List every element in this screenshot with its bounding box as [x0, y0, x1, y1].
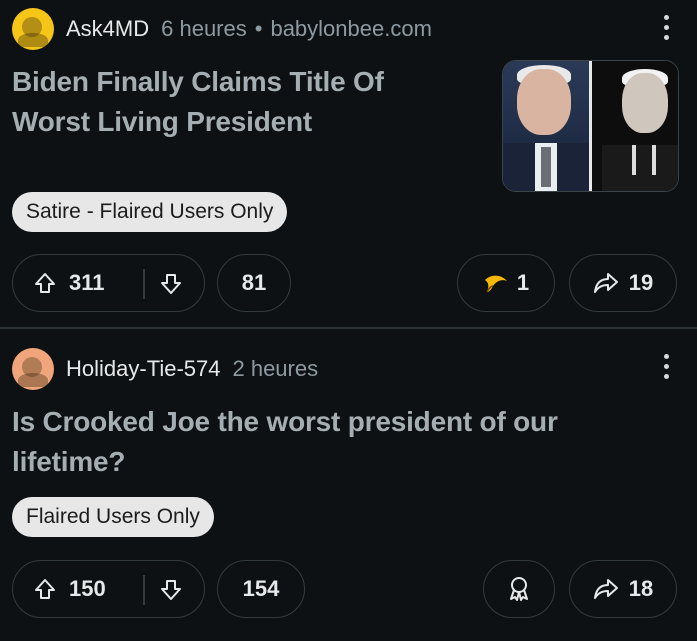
post-title-line: Is Crooked Joe the worst president of ou…	[12, 406, 558, 437]
upvote-arrow-icon[interactable]	[33, 271, 57, 295]
username[interactable]: Ask4MD	[66, 16, 149, 42]
post-title-line: lifetime?	[12, 446, 126, 477]
award-button[interactable]	[483, 560, 555, 618]
share-arrow-icon	[593, 273, 618, 293]
comments-button[interactable]: 154	[217, 560, 305, 618]
comment-count: 81	[241, 270, 267, 295]
post-card[interactable]: Holiday-Tie-574 2 heures Is Crooked Joe …	[0, 329, 697, 641]
award-button[interactable]: 1	[457, 254, 555, 312]
comment-count: 154	[242, 576, 280, 601]
comments-button[interactable]: 81	[217, 254, 291, 312]
award-count: 1	[516, 270, 530, 295]
upvote-arrow-icon[interactable]	[33, 577, 57, 601]
post-card[interactable]: Ask4MD 6 heures • babylonbee.com Biden F…	[0, 0, 697, 327]
post-title-line: Worst Living President	[12, 106, 313, 137]
avatar[interactable]	[12, 348, 54, 390]
more-options-icon[interactable]	[663, 15, 669, 40]
vote-score: 150	[69, 576, 106, 601]
post-meta: Holiday-Tie-574 2 heures	[12, 348, 319, 390]
share-button[interactable]: 19	[569, 254, 677, 312]
meta-separator: •	[254, 16, 263, 41]
banana-award-icon	[484, 275, 507, 293]
post-title-line: Biden Finally Claims Title Of	[12, 66, 384, 97]
share-arrow-icon	[593, 579, 618, 599]
post-actions: 311 81 1 19	[12, 254, 677, 314]
post-domain[interactable]: babylonbee.com	[270, 16, 431, 42]
vote-control: 311	[12, 254, 205, 312]
post-time: 2 heures	[232, 356, 319, 381]
downvote-arrow-icon[interactable]	[159, 272, 183, 296]
downvote-arrow-icon[interactable]	[159, 578, 183, 602]
avatar[interactable]	[12, 8, 54, 50]
more-options-icon[interactable]	[663, 354, 669, 379]
vote-control: 150	[12, 560, 205, 618]
award-icon	[510, 577, 528, 601]
post-flair[interactable]: Flaired Users Only	[12, 497, 214, 537]
vote-score: 311	[69, 270, 105, 295]
post-title[interactable]: Is Crooked Joe the worst president of ou…	[12, 402, 558, 482]
share-button[interactable]: 18	[569, 560, 677, 618]
post-thumbnail[interactable]	[502, 60, 679, 192]
post-flair[interactable]: Satire - Flaired Users Only	[12, 192, 288, 232]
post-actions: 150 154 18	[12, 560, 677, 620]
post-meta: Ask4MD 6 heures • babylonbee.com	[12, 8, 432, 50]
share-count: 19	[628, 270, 654, 295]
post-time: 6 heures	[161, 16, 247, 41]
share-count: 18	[628, 576, 654, 601]
post-title[interactable]: Biden Finally Claims Title Of Worst Livi…	[12, 62, 384, 142]
username[interactable]: Holiday-Tie-574	[66, 356, 220, 382]
